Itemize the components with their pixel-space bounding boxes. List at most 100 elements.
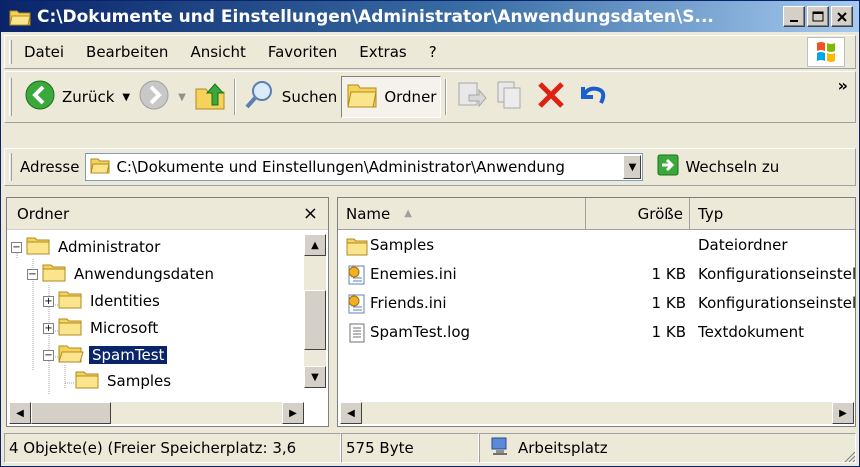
column-header-name[interactable]: Name ▲ [338, 198, 586, 230]
scroll-thumb[interactable] [31, 402, 111, 424]
minimize-button[interactable] [783, 6, 805, 27]
file-row[interactable]: Samples Dateiordner [338, 232, 855, 260]
addressbar-grip[interactable] [9, 153, 12, 181]
folder-pane-title: Ordner [17, 204, 70, 223]
tree-horizontal-scrollbar[interactable]: ◀ ▶ [9, 402, 304, 424]
scroll-right-button[interactable]: ▶ [832, 402, 854, 424]
scroll-left-button[interactable]: ◀ [9, 402, 31, 424]
copy-to-button[interactable] [491, 76, 531, 118]
tree-node-spamtest[interactable]: − SpamTest [43, 342, 168, 368]
scroll-right-button[interactable]: ▶ [282, 402, 304, 424]
scroll-up-button[interactable]: ▲ [304, 234, 326, 256]
tree-node-label-selected: SpamTest [89, 346, 168, 364]
folder-icon [346, 236, 368, 260]
scroll-down-button[interactable]: ▼ [304, 366, 326, 388]
delete-button[interactable] [531, 76, 571, 118]
standard-toolbar: Zurück ▼ ▼ Suchen Ordner » [4, 71, 856, 123]
address-input[interactable]: C:\Dokumente und Einstellungen\Administr… [85, 153, 644, 181]
undo-icon [575, 79, 607, 115]
file-name: Friends.ini [370, 294, 447, 312]
file-list-horizontal-scrollbar[interactable]: ◀ ▶ [340, 402, 854, 424]
file-size: 1 KB [651, 294, 686, 312]
column-header-size[interactable]: Größe [586, 198, 690, 230]
tree-node-microsoft[interactable]: + Microsoft [43, 315, 161, 341]
column-header-type[interactable]: Typ [690, 198, 855, 230]
search-icon [244, 79, 276, 115]
expand-toggle[interactable]: + [43, 322, 54, 334]
column-type-label: Typ [698, 204, 724, 223]
file-row[interactable]: Enemies.ini 1 KB Konfigurationseinstellu… [338, 261, 855, 290]
tree-node-label: Anwendungsdaten [74, 265, 214, 283]
collapse-toggle[interactable]: − [43, 349, 54, 361]
file-name: Enemies.ini [370, 265, 457, 283]
maximize-button[interactable] [807, 6, 829, 27]
close-button[interactable] [831, 6, 853, 27]
file-type: Dateiordner [698, 236, 788, 254]
folder-window-icon [9, 8, 31, 26]
window-title: C:\Dokumente und Einstellungen\Administr… [37, 6, 714, 27]
menu-bar: Datei Bearbeiten Ansicht Favoriten Extra… [4, 35, 856, 69]
tree-node-label: Administrator [58, 238, 161, 256]
menubar-grip[interactable] [9, 40, 12, 64]
collapse-toggle[interactable]: − [27, 268, 38, 280]
title-bar[interactable]: C:\Dokumente und Einstellungen\Administr… [1, 1, 859, 32]
tree-node-administrator[interactable]: − Administrator [11, 234, 163, 260]
toolbar-grip[interactable] [9, 78, 12, 116]
tree-vertical-scrollbar[interactable]: ▲ ▼ [304, 234, 326, 388]
file-size: 1 KB [651, 323, 686, 341]
toolbar-overflow-chevron[interactable]: » [838, 76, 848, 95]
menu-help[interactable]: ? [429, 43, 437, 61]
folders-icon [346, 80, 378, 114]
file-list-pane: Name ▲ Größe Typ Samples Dateiordner Ene… [337, 197, 856, 427]
back-dropdown-icon[interactable]: ▼ [122, 92, 130, 103]
scroll-thumb[interactable] [304, 290, 326, 350]
expand-toggle[interactable]: + [43, 295, 54, 307]
tree-node-identities[interactable]: + Identities [43, 288, 163, 314]
status-location-pane: Arbeitsplatz [479, 433, 856, 463]
file-row[interactable]: Friends.ini 1 KB Konfigurationseinstellu… [338, 290, 855, 318]
go-button[interactable]: Wechseln zu [657, 154, 779, 180]
resize-grip-icon[interactable] [842, 449, 856, 463]
up-folder-button[interactable] [190, 76, 230, 118]
explorer-window: C:\Dokumente und Einstellungen\Administr… [0, 0, 860, 467]
folder-icon [42, 262, 66, 286]
file-name: SpamTest.log [370, 323, 471, 341]
move-to-icon [455, 79, 488, 115]
folder-pane-header: Ordner × [7, 198, 328, 230]
toolbar-separator [233, 79, 236, 115]
back-button[interactable]: Zurück ▼ [20, 76, 134, 118]
address-dropdown-button[interactable]: ▼ [623, 155, 642, 179]
scroll-left-button[interactable]: ◀ [340, 402, 362, 424]
undo-button[interactable] [571, 76, 611, 118]
menu-bearbeiten[interactable]: Bearbeiten [86, 43, 168, 61]
folders-button[interactable]: Ordner [341, 76, 442, 118]
menu-extras[interactable]: Extras [359, 43, 406, 61]
collapse-toggle[interactable]: − [11, 241, 22, 253]
status-bar: 4 Objekte(e) (Freier Speicherplatz: 3,6 … [4, 433, 856, 463]
file-name: Samples [370, 236, 435, 254]
tree-node-samples[interactable]: Samples [75, 368, 174, 394]
file-type: Textdokument [698, 323, 804, 341]
column-name-label: Name [346, 204, 391, 223]
back-label: Zurück [62, 88, 115, 106]
forward-dropdown-icon[interactable]: ▼ [178, 92, 186, 103]
file-row[interactable]: SpamTest.log 1 KB Textdokument [338, 319, 855, 347]
go-arrow-icon [657, 154, 679, 180]
menu-datei[interactable]: Datei [24, 43, 64, 61]
computer-icon [490, 436, 510, 460]
folder-pane-close-button[interactable]: × [303, 203, 318, 224]
back-arrow-icon [24, 79, 56, 115]
folder-icon [58, 316, 82, 340]
menu-ansicht[interactable]: Ansicht [190, 43, 245, 61]
ini-file-icon [346, 264, 368, 290]
menu-favoriten[interactable]: Favoriten [268, 43, 337, 61]
go-label: Wechseln zu [685, 158, 780, 176]
forward-button[interactable]: ▼ [134, 76, 190, 118]
status-objects: 4 Objekte(e) (Freier Speicherplatz: 3,6 [4, 433, 341, 463]
search-button[interactable]: Suchen [240, 76, 342, 118]
windows-logo-icon [807, 37, 845, 67]
delete-icon [535, 79, 567, 115]
tree-node-anwendungsdaten[interactable]: − Anwendungsdaten [27, 261, 217, 287]
toolbar-separator [445, 79, 448, 115]
move-to-button[interactable] [451, 76, 491, 118]
